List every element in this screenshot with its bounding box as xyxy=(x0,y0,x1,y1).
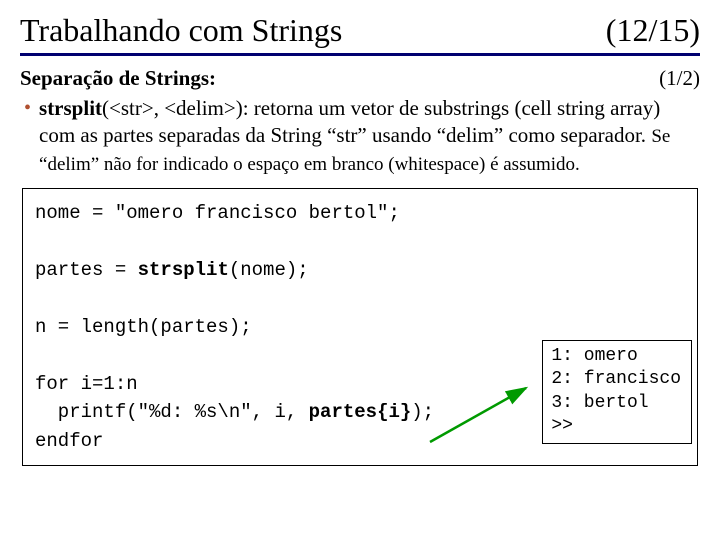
code-cell-index: partes{i} xyxy=(309,401,412,423)
title-row: Trabalhando com Strings (12/15) xyxy=(20,12,700,56)
slide-title: Trabalhando com Strings xyxy=(20,12,342,49)
sub-pager: (1/2) xyxy=(659,66,700,91)
bullet-disc-icon: • xyxy=(22,95,31,178)
slide-pager: (12/15) xyxy=(606,12,700,49)
bullet-item: • strsplit(<str>, <delim>): retorna um v… xyxy=(22,95,700,178)
code-frag: partes = xyxy=(35,259,138,281)
bullet-list: • strsplit(<str>, <delim>): retorna um v… xyxy=(22,95,700,178)
code-frag: printf("%d: %s\n", i, xyxy=(35,401,309,423)
code-strsplit-call: strsplit xyxy=(138,259,229,281)
code-frag: ); xyxy=(411,401,434,423)
subheading-row: Separação de Strings: (1/2) xyxy=(20,66,700,91)
function-signature: (<str>, <delim>): retorna um vetor de su… xyxy=(39,96,660,147)
code-frag: (nome); xyxy=(229,259,309,281)
code-line: nome = "omero francisco bertol"; xyxy=(35,199,685,228)
code-line: partes = strsplit(nome); xyxy=(35,256,685,285)
output-box: 1: omero 2: francisco 3: bertol >> xyxy=(542,340,692,444)
code-blank xyxy=(35,284,685,313)
bullet-text: strsplit(<str>, <delim>): retorna um vet… xyxy=(39,95,700,178)
subheading: Separação de Strings: xyxy=(20,66,216,90)
code-line: n = length(partes); xyxy=(35,313,685,342)
function-name: strsplit xyxy=(39,96,102,120)
code-blank xyxy=(35,227,685,256)
